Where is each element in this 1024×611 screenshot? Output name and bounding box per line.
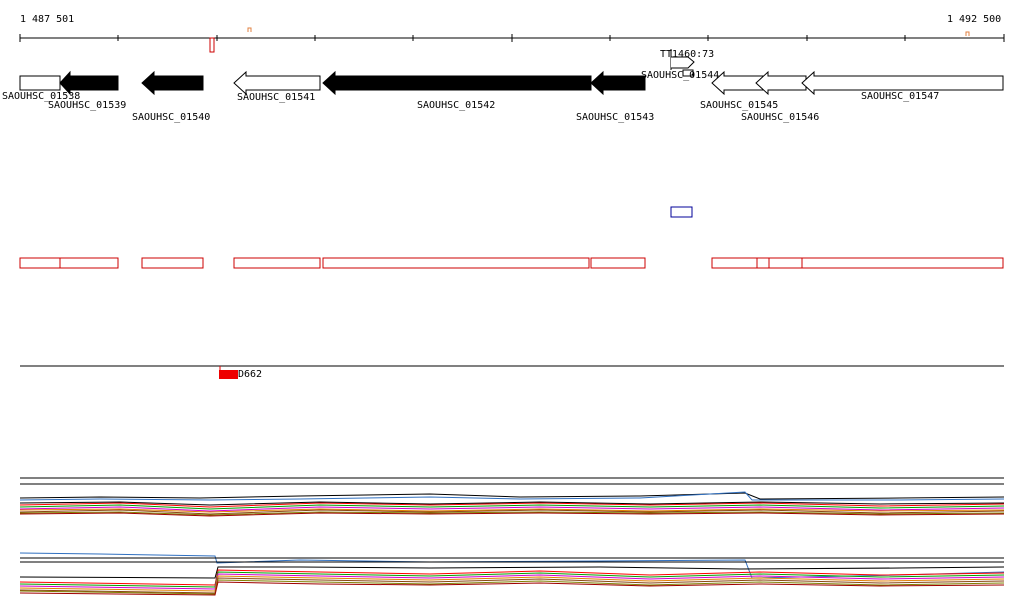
feature-label-d662: D662	[238, 369, 263, 380]
gene-SAOUHSC_01546[interactable]	[755, 70, 807, 96]
gene-SAOUHSC_01543[interactable]	[590, 70, 646, 96]
gene-SAOUHSC_01541[interactable]	[233, 70, 321, 96]
cds-track	[19, 257, 1004, 269]
cds-box[interactable]	[233, 257, 321, 269]
expression-track-2	[19, 552, 1005, 596]
cds-box[interactable]	[768, 257, 803, 269]
cds-box[interactable]	[756, 257, 770, 269]
gene-label-01542: SAOUHSC_01542	[417, 100, 496, 111]
cds-box[interactable]	[19, 257, 61, 269]
gene-label-01546: SAOUHSC_01546	[741, 112, 820, 123]
ruler-marker	[209, 37, 215, 53]
gene-track	[19, 69, 1004, 96]
cds-box[interactable]	[322, 257, 590, 269]
cds-box[interactable]	[801, 257, 1004, 269]
gene-label-01543: SAOUHSC_01543	[576, 112, 655, 123]
cds-box[interactable]	[59, 257, 119, 269]
expression-track-1	[19, 477, 1005, 517]
gene-label-01547: SAOUHSC_01547	[861, 91, 940, 102]
gene-SAOUHSC_01540[interactable]	[141, 70, 204, 96]
gene-label-01539: SAOUHSC_01539	[48, 100, 127, 111]
tss-box[interactable]	[670, 206, 693, 218]
gene-label-01541: SAOUHSC_01541	[237, 92, 316, 103]
gene-label-01540: SAOUHSC_01540	[132, 112, 211, 123]
gene-SAOUHSC_01538[interactable]	[19, 75, 61, 91]
cds-box[interactable]	[711, 257, 758, 269]
ruler-marker-small	[965, 31, 970, 36]
gene-label-01545: SAOUHSC_01545	[700, 100, 779, 111]
ruler-axis	[19, 34, 1005, 42]
cds-box[interactable]	[141, 257, 204, 269]
gene-label-01544: SAOUHSC_01544	[641, 70, 720, 81]
feature-box-d662[interactable]	[219, 370, 238, 379]
ruler-marker-small	[247, 27, 252, 32]
terminator-label: TT1460:73	[660, 49, 715, 60]
cds-box[interactable]	[590, 257, 646, 269]
gene-SAOUHSC_01542[interactable]	[322, 70, 592, 96]
